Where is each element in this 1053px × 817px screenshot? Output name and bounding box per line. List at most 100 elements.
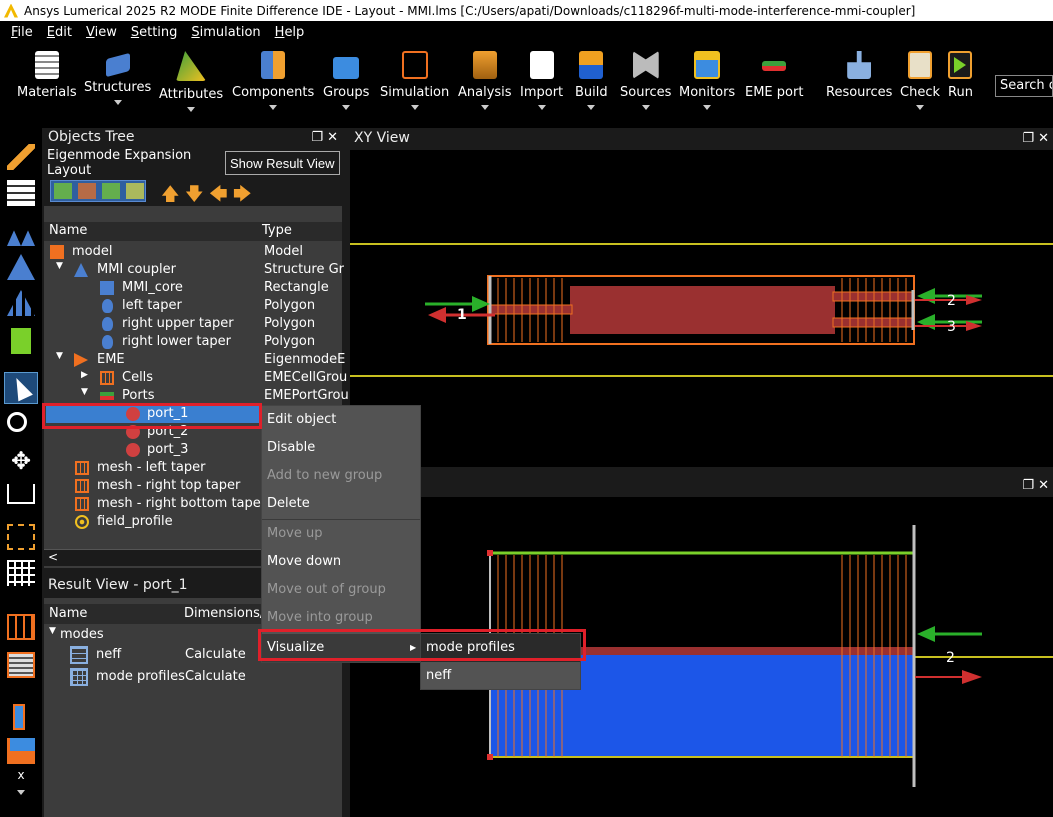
toolbar-run[interactable]: Run bbox=[948, 51, 973, 100]
search-input[interactable]: Search on bbox=[995, 75, 1053, 97]
column-name[interactable]: Name bbox=[49, 223, 87, 238]
menu-delete[interactable]: Delete bbox=[262, 490, 420, 518]
menu-edit-object[interactable]: Edit object bbox=[262, 406, 420, 434]
panel-controls[interactable]: ❐ ✕ bbox=[1022, 478, 1049, 493]
result-row-mode-profiles[interactable]: mode profiles Calculate bbox=[44, 668, 342, 686]
tree-row-cells[interactable]: ▶ Cells EMECellGrou bbox=[44, 369, 347, 387]
tree-row-eme[interactable]: ▼ EME EigenmodeE bbox=[44, 351, 345, 369]
add-group-icon[interactable] bbox=[54, 183, 72, 199]
structure-add-icon[interactable] bbox=[7, 230, 35, 246]
tree-icon-row: 🡅 🡇 🡄 🡆 bbox=[44, 177, 342, 206]
mesh-icon[interactable] bbox=[7, 614, 35, 640]
result-column-name[interactable]: Name bbox=[49, 606, 87, 621]
menu-file[interactable]: File bbox=[11, 25, 33, 40]
port-output-arrowhead bbox=[962, 670, 982, 684]
expand-arrow-icon[interactable]: ▼ bbox=[56, 261, 63, 271]
chevron-down-icon bbox=[916, 105, 924, 110]
menu-add-to-new-group[interactable]: Add to new group bbox=[262, 462, 420, 490]
expand-arrow-icon[interactable]: ▼ bbox=[56, 351, 63, 361]
trash-icon[interactable] bbox=[11, 328, 31, 354]
menu-bar: File Edit View Setting Simulation Help bbox=[0, 21, 1053, 43]
toolbar-resources[interactable]: Resources bbox=[826, 51, 892, 100]
edit-pencil-icon[interactable] bbox=[7, 144, 35, 170]
toolbar-check[interactable]: Check bbox=[900, 51, 940, 110]
toolbar-structures[interactable]: Structures bbox=[84, 51, 151, 105]
monitor-horizontal-icon[interactable] bbox=[7, 738, 35, 764]
toolbar-eme-port[interactable]: EME port bbox=[745, 51, 803, 100]
zoom-icon[interactable] bbox=[7, 412, 27, 432]
tree-row-mmi-coupler[interactable]: ▼ MMI coupler Structure Gr bbox=[44, 261, 344, 279]
groups-icon bbox=[333, 57, 360, 79]
tree-column-header: Name Type bbox=[44, 222, 342, 241]
toolbar-groups[interactable]: Groups bbox=[323, 51, 369, 110]
xy-view[interactable]: XY View ❐ ✕ 1 2 3 bbox=[350, 128, 1053, 467]
toolbar-import[interactable]: Import bbox=[520, 51, 563, 110]
model-icon bbox=[50, 245, 64, 259]
right-lower-taper-shape bbox=[832, 317, 914, 328]
structure-triangle-icon[interactable] bbox=[7, 254, 35, 280]
menu-view[interactable]: View bbox=[86, 25, 117, 40]
port-1-label: 1 bbox=[457, 307, 467, 323]
toolbar-simulation[interactable]: Simulation bbox=[380, 51, 449, 110]
object-table-icon[interactable] bbox=[7, 180, 35, 206]
tree-row-mmi-core[interactable]: MMI_core Rectangle bbox=[44, 279, 342, 297]
tree-row-model[interactable]: model Model bbox=[44, 243, 342, 261]
ruler-icon[interactable] bbox=[7, 484, 35, 504]
add-structure-icon[interactable] bbox=[102, 183, 120, 199]
expand-arrow-icon[interactable]: ▼ bbox=[81, 387, 88, 397]
menu-help[interactable]: Help bbox=[275, 25, 305, 40]
monitor-vertical-icon[interactable] bbox=[13, 704, 25, 730]
port-3-label: 3 bbox=[947, 319, 956, 335]
select-pointer-icon[interactable] bbox=[4, 372, 38, 404]
grid-icon[interactable] bbox=[7, 560, 35, 586]
menu-setting[interactable]: Setting bbox=[131, 25, 178, 40]
move-up-arrow-icon[interactable]: 🡅 bbox=[161, 182, 180, 212]
toolbar-sources[interactable]: Sources bbox=[620, 51, 671, 110]
tree-row-left-taper[interactable]: left taper Polygon bbox=[44, 297, 342, 315]
calculator-icon[interactable] bbox=[7, 652, 35, 678]
menu-move-down[interactable]: Move down bbox=[262, 548, 420, 576]
run-icon bbox=[948, 51, 973, 79]
move-down-arrow-icon[interactable]: 🡇 bbox=[185, 182, 204, 212]
toolbar-build[interactable]: Build bbox=[575, 51, 608, 110]
cell-group-icon bbox=[100, 371, 114, 385]
toolbar-attributes[interactable]: Attributes bbox=[159, 51, 223, 112]
submenu-neff[interactable]: neff bbox=[421, 662, 580, 690]
toolbar-components[interactable]: Components bbox=[232, 51, 314, 110]
toolbar-monitors[interactable]: Monitors bbox=[679, 51, 735, 110]
show-result-view-button[interactable]: Show Result View bbox=[225, 151, 340, 175]
port-label: 2 bbox=[946, 650, 955, 666]
result-column-dims[interactable]: Dimensions/V bbox=[184, 606, 273, 621]
move-left-arrow-icon[interactable]: 🡄 bbox=[209, 182, 228, 212]
toolbar-materials[interactable]: Materials bbox=[17, 51, 77, 100]
xy-view-canvas[interactable]: 1 2 3 bbox=[350, 150, 1053, 467]
toolbar-analysis[interactable]: Analysis bbox=[458, 51, 512, 110]
left-toolbar: ✥ x bbox=[0, 128, 42, 817]
menu-move-into-group[interactable]: Move into group bbox=[262, 604, 420, 632]
polygon-icon bbox=[102, 335, 113, 349]
structure-array-icon[interactable] bbox=[7, 290, 35, 316]
collapse-arrow-icon[interactable]: ▶ bbox=[81, 370, 88, 380]
expand-arrow-icon[interactable]: ▼ bbox=[49, 626, 56, 636]
scroll-left-icon[interactable]: < bbox=[48, 550, 58, 564]
add-mesh-icon[interactable] bbox=[78, 183, 96, 199]
corner-marker bbox=[487, 754, 493, 760]
monitors-icon bbox=[694, 51, 721, 79]
chevron-down-icon[interactable] bbox=[17, 790, 25, 795]
menu-edit[interactable]: Edit bbox=[47, 25, 72, 40]
panel-controls[interactable]: ❐ ✕ bbox=[311, 130, 338, 145]
column-type[interactable]: Type bbox=[262, 223, 292, 238]
move-right-arrow-icon[interactable]: 🡆 bbox=[233, 182, 252, 212]
menu-simulation[interactable]: Simulation bbox=[191, 25, 260, 40]
tree-row-right-upper-taper[interactable]: right upper taper Polygon bbox=[44, 315, 342, 333]
pan-arrows-icon[interactable]: ✥ bbox=[7, 448, 35, 474]
menu-disable[interactable]: Disable bbox=[262, 434, 420, 462]
panel-controls[interactable]: ❐ ✕ bbox=[1022, 131, 1049, 146]
remove-icon[interactable] bbox=[126, 183, 144, 199]
zoom-region-icon[interactable] bbox=[7, 524, 35, 550]
menu-move-up[interactable]: Move up bbox=[262, 520, 420, 548]
menu-move-out-of-group[interactable]: Move out of group bbox=[262, 576, 420, 604]
check-icon bbox=[908, 51, 932, 79]
chevron-down-icon bbox=[480, 105, 489, 110]
tree-row-right-lower-taper[interactable]: right lower taper Polygon bbox=[44, 333, 342, 351]
